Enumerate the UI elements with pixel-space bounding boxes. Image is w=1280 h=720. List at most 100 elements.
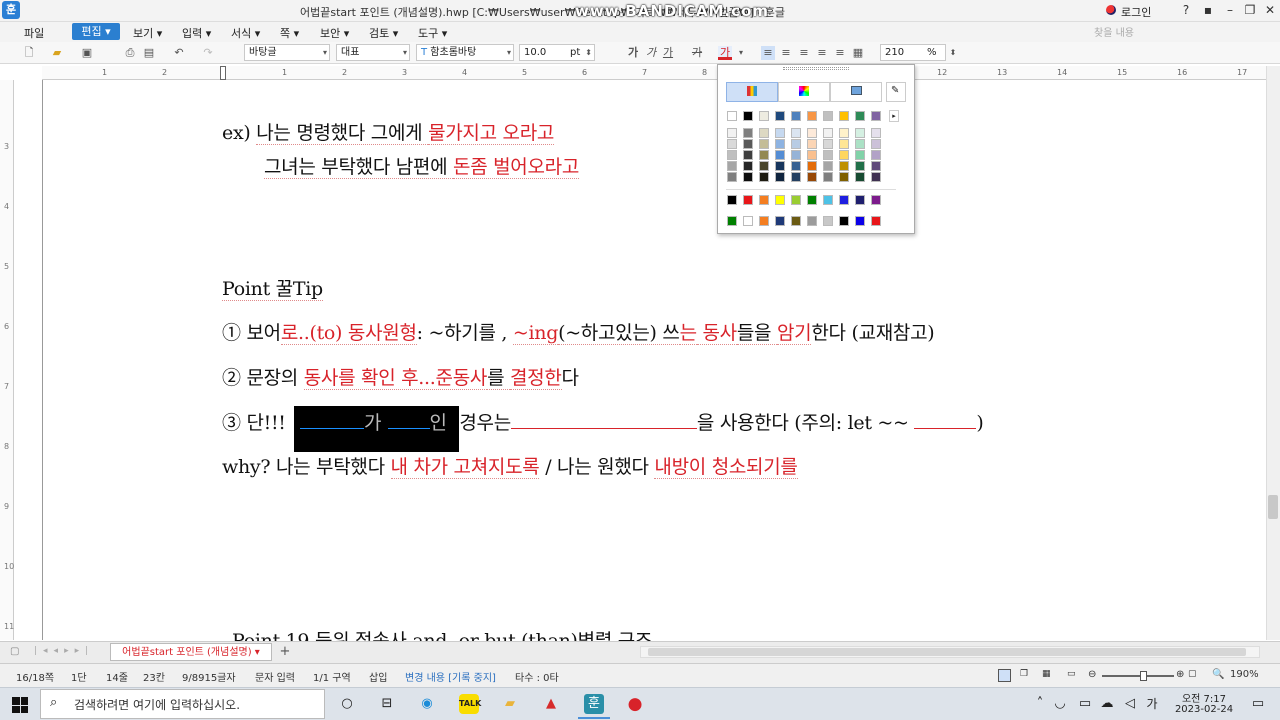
standard-color-swatch[interactable] (727, 195, 737, 205)
align-split-icon[interactable]: ▦ (851, 46, 865, 60)
shade-swatch[interactable] (759, 150, 769, 160)
file-explorer-icon[interactable]: ▰ (500, 694, 520, 714)
vertical-ruler[interactable] (0, 80, 14, 640)
page-view-icon[interactable]: ❐ (1020, 669, 1028, 679)
bold-icon[interactable]: 가 (626, 46, 640, 60)
color-swatch[interactable] (839, 111, 849, 121)
font-color-dropdown-icon[interactable]: ▾ (734, 46, 748, 60)
shade-swatch[interactable] (743, 128, 753, 138)
underline-icon[interactable]: 가 (661, 46, 675, 60)
shade-swatch[interactable] (759, 128, 769, 138)
notification-icon[interactable]: ▭ (1248, 694, 1268, 714)
image-tab[interactable] (830, 82, 882, 102)
wifi-icon[interactable]: ◡ (1050, 694, 1070, 714)
color-swatch[interactable] (743, 111, 753, 121)
shade-swatch[interactable] (727, 172, 737, 182)
edge-icon[interactable]: ◉ (417, 694, 437, 714)
horizontal-scroll-thumb[interactable] (648, 648, 1246, 656)
login-icon[interactable] (1106, 5, 1116, 15)
shade-swatch[interactable] (871, 128, 881, 138)
menu-tools[interactable]: 도구 ▾ (418, 25, 447, 41)
redo-icon[interactable]: ↷ (201, 46, 215, 60)
recent-color-swatch[interactable] (791, 216, 801, 226)
shade-swatch[interactable] (775, 161, 785, 171)
task-view-icon[interactable]: ⊟ (377, 694, 397, 714)
shade-swatch[interactable] (743, 139, 753, 149)
font-select[interactable]: T 함초롬바탕 ▾ (416, 44, 514, 61)
align-justify-icon[interactable]: ≡ (761, 46, 775, 60)
recent-color-swatch[interactable] (855, 216, 865, 226)
shade-swatch[interactable] (823, 139, 833, 149)
tab-nav-icons[interactable]: |◂◂▸▸| (34, 646, 94, 656)
recent-color-swatch[interactable] (743, 216, 753, 226)
status-insert[interactable]: 삽입 (369, 669, 387, 684)
shade-swatch[interactable] (823, 150, 833, 160)
menu-security[interactable]: 보안 ▾ (320, 25, 349, 41)
align-distribute-icon[interactable]: ≡ (833, 46, 847, 60)
menu-review[interactable]: 검토 ▾ (369, 25, 398, 41)
ribbon-minimize-icon[interactable]: ▪ (1200, 2, 1216, 18)
normal-view-icon[interactable] (998, 669, 1011, 682)
zoom-search-icon[interactable]: 🔍 (1212, 669, 1224, 680)
recent-color-swatch[interactable] (727, 216, 737, 226)
onedrive-icon[interactable]: ☁ (1097, 694, 1117, 714)
shade-swatch[interactable] (871, 172, 881, 182)
horizontal-ruler[interactable] (42, 66, 1280, 80)
color-swatch[interactable] (807, 111, 817, 121)
find-input[interactable]: 찾을 내용 (1090, 24, 1276, 40)
menu-view[interactable]: 보기 ▾ (133, 25, 162, 41)
color-swatch[interactable] (823, 111, 833, 121)
standard-color-swatch[interactable] (855, 195, 865, 205)
zoom-slider[interactable] (1102, 675, 1174, 677)
one-page-icon[interactable]: ▭ (1067, 669, 1076, 679)
preview-icon[interactable]: ▤ (142, 46, 156, 60)
shade-swatch[interactable] (743, 161, 753, 171)
align-left-icon[interactable]: ≡ (779, 46, 793, 60)
italic-icon[interactable]: 가 (644, 46, 658, 60)
shade-swatch[interactable] (839, 128, 849, 138)
tab-layout-icon[interactable]: ▢ (10, 646, 19, 657)
shade-swatch[interactable] (839, 172, 849, 182)
shade-swatch[interactable] (727, 139, 737, 149)
shade-swatch[interactable] (839, 150, 849, 160)
popup-grip[interactable] (783, 67, 849, 70)
more-colors-arrow-icon[interactable]: ▸ (889, 110, 899, 122)
save-icon[interactable]: ▣ (80, 46, 94, 60)
menu-file[interactable]: 파일 (24, 25, 44, 41)
color-swatch[interactable] (759, 111, 769, 121)
shade-swatch[interactable] (775, 139, 785, 149)
align-center-icon[interactable]: ≡ (797, 46, 811, 60)
menu-insert[interactable]: 입력 ▾ (182, 25, 211, 41)
color-swatch[interactable] (791, 111, 801, 121)
shade-swatch[interactable] (775, 172, 785, 182)
zoom-slider-thumb[interactable] (1140, 671, 1147, 681)
fit-page-icon[interactable]: ▢ (1188, 669, 1197, 679)
shade-swatch[interactable] (727, 128, 737, 138)
color-swatch[interactable] (855, 111, 865, 121)
shade-swatch[interactable] (823, 128, 833, 138)
standard-color-swatch[interactable] (871, 195, 881, 205)
strikethrough-icon[interactable]: 가 (690, 46, 704, 60)
app-robot-icon[interactable]: ▲ (541, 694, 561, 714)
standard-color-swatch[interactable] (807, 195, 817, 205)
shade-swatch[interactable] (791, 172, 801, 182)
status-track-changes[interactable]: 변경 내용 [기록 중지] (405, 669, 496, 684)
color-swatch[interactable] (775, 111, 785, 121)
kakaotalk-icon[interactable]: TALK (459, 694, 481, 714)
zoom-out-icon[interactable]: ⊖ (1088, 669, 1096, 680)
shade-swatch[interactable] (791, 150, 801, 160)
scrollbar-thumb[interactable] (1268, 495, 1278, 519)
shade-swatch[interactable] (807, 161, 817, 171)
zoom-in-icon[interactable]: ⊕ (1176, 669, 1184, 680)
vertical-scrollbar[interactable] (1266, 66, 1280, 640)
battery-icon[interactable]: ▭ (1075, 694, 1095, 714)
undo-icon[interactable]: ↶ (172, 46, 186, 60)
open-folder-icon[interactable]: ▰ (50, 46, 64, 60)
shade-swatch[interactable] (743, 150, 753, 160)
add-tab-button[interactable]: + (276, 644, 294, 660)
align-right-icon[interactable]: ≡ (815, 46, 829, 60)
shade-swatch[interactable] (823, 172, 833, 182)
login-link[interactable]: 로그인 (1121, 4, 1151, 20)
new-document-icon[interactable]: 🗋 (22, 46, 36, 60)
menu-edit[interactable]: 편집 ▾ (72, 23, 120, 40)
